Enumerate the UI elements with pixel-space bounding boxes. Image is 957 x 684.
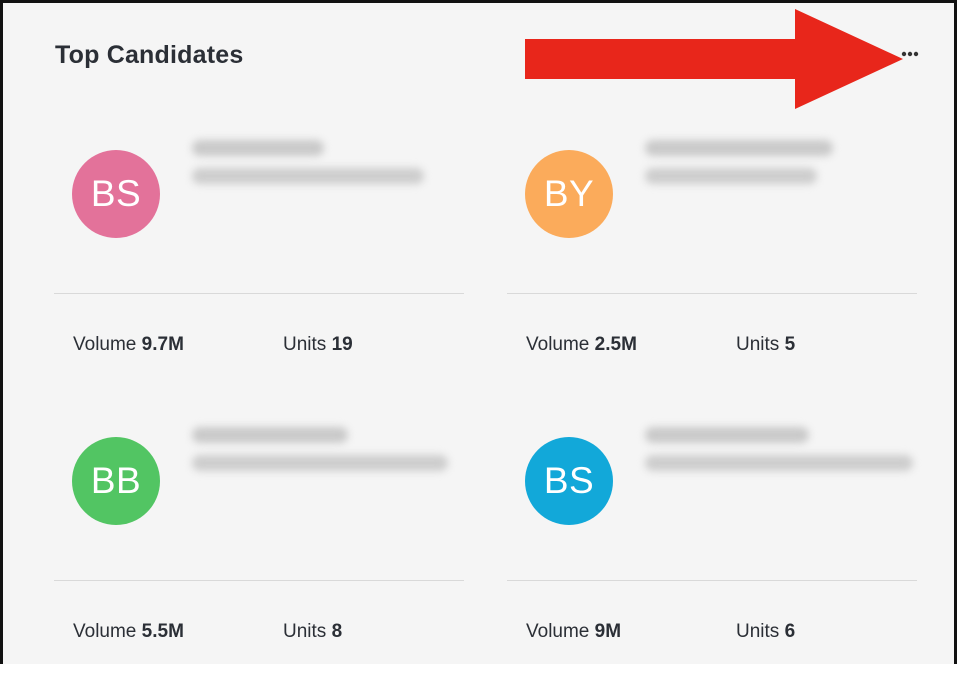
candidate-company-redacted [645,168,817,184]
candidate-company-redacted [192,168,424,184]
units-value: 5 [784,334,796,355]
widget-title: Top Candidates [55,41,244,69]
volume-value: 5.5M [141,621,184,642]
units-label: Units [283,621,327,642]
units-label: Units [736,621,780,642]
units-label: Units [283,334,327,355]
volume-label: Volume [526,621,590,642]
avatar: BS [72,150,160,238]
volume-label: Volume [73,334,137,355]
avatar: BB [72,437,160,525]
candidate-name-redacted [192,140,324,156]
card-divider [54,580,464,581]
candidate-name-redacted [192,427,348,443]
candidate-card[interactable]: BS Volume 9M Units 6 [507,397,917,684]
units-stat: Units 5 [736,334,795,356]
candidate-name-redacted [645,140,833,156]
more-options-button[interactable] [898,47,922,61]
avatar-initials: BS [543,460,595,501]
card-divider [507,293,917,294]
volume-stat: Volume 5.5M [73,621,184,643]
volume-label: Volume [73,621,137,642]
card-divider [507,580,917,581]
avatar: BS [525,437,613,525]
units-value: 6 [784,621,796,642]
volume-stat: Volume 9.7M [73,334,184,356]
candidate-name-redacted [645,427,809,443]
candidate-company-redacted [645,455,913,471]
candidate-card[interactable]: BS Volume 9.7M Units 19 [54,110,464,397]
volume-stat: Volume 2.5M [526,334,637,356]
avatar-initials: BS [90,173,142,214]
annotation-arrow [525,9,903,109]
candidate-card[interactable]: BY Volume 2.5M Units 5 [507,110,917,397]
volume-label: Volume [526,334,590,355]
avatar-initials: BY [543,173,595,214]
avatar: BY [525,150,613,238]
candidate-company-redacted [192,455,448,471]
candidate-card[interactable]: BB Volume 5.5M Units 8 [54,397,464,684]
units-label: Units [736,334,780,355]
volume-value: 9.7M [141,334,184,355]
top-candidates-widget: Top Candidates BS Volume 9.7M Units 19 B… [0,0,957,664]
avatar-initials: BB [90,460,142,501]
units-stat: Units 8 [283,621,342,643]
volume-value: 2.5M [594,334,637,355]
units-value: 19 [331,334,353,355]
units-value: 8 [331,621,343,642]
card-divider [54,293,464,294]
volume-value: 9M [594,621,622,642]
volume-stat: Volume 9M [526,621,621,643]
units-stat: Units 6 [736,621,795,643]
ellipsis-icon [901,51,919,57]
units-stat: Units 19 [283,334,353,356]
